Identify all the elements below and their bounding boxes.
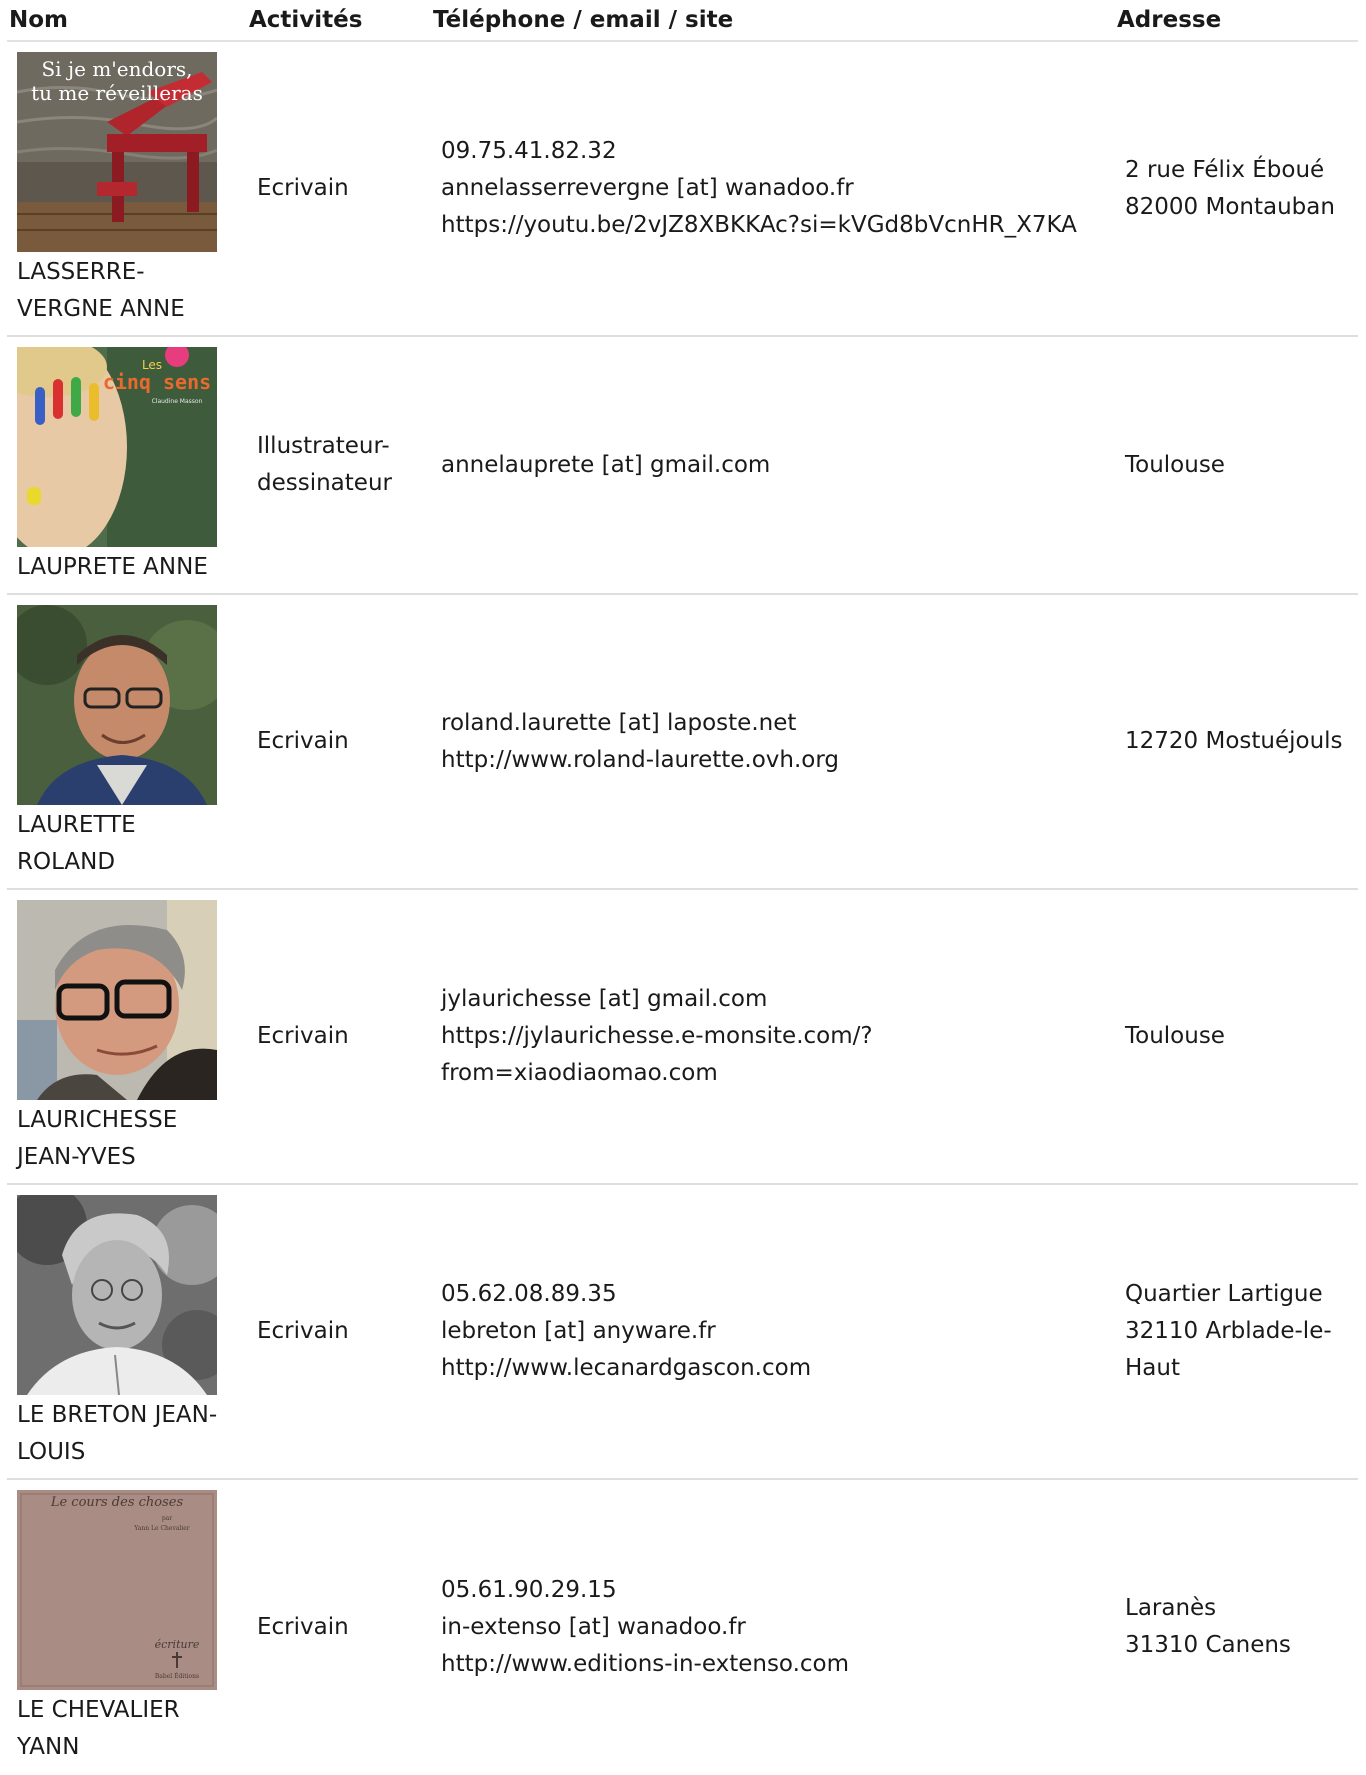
contact-website[interactable]: https://youtu.be/2vJZ8XBKKAc?si=kVGd8bVc… [441, 207, 1115, 244]
table-row: Les cinq sens Claudine Masson LAUPRETE A… [7, 336, 1358, 594]
contact-email[interactable]: jylaurichesse [at] gmail.com [441, 981, 1115, 1018]
table-row: LAURETTE ROLAND Ecrivain roland.laurette… [7, 594, 1358, 889]
header-activites: Activités [247, 0, 431, 42]
contact-website[interactable]: http://www.roland-laurette.ovh.org [441, 742, 1115, 779]
book-cover-author: Yann Le Chevalier [133, 1525, 190, 1532]
address-line: 82000 Montauban [1125, 193, 1335, 220]
contact-email[interactable]: in-extenso [at] wanadoo.fr [441, 1609, 1115, 1646]
activity-cell: Ecrivain [257, 728, 349, 754]
author-name: LE BRETON JEAN-LOUIS [17, 1402, 218, 1465]
address-cell: Toulouse [1115, 889, 1358, 1184]
author-photo[interactable] [17, 605, 217, 805]
table-header-row: Nom Activités Téléphone / email / site A… [7, 0, 1358, 42]
book-cover-image[interactable]: Les cinq sens Claudine Masson [17, 347, 217, 547]
book-cover-title-line1: Si je m'endors, [41, 57, 192, 81]
address-cell: Quartier Lartigue 32110 Arblade-le-Haut [1115, 1184, 1358, 1479]
contact-phone: 05.62.08.89.35 [441, 1281, 617, 1307]
table-row: Si je m'endors, tu me réveilleras LASSER… [7, 41, 1358, 336]
header-nom: Nom [7, 0, 247, 42]
contact-cell: 09.75.41.82.32 annelasserrevergne [at] w… [431, 41, 1115, 336]
author-name: LAURICHESSE JEAN-YVES [17, 1107, 178, 1170]
address-line: 32110 Arblade-le-Haut [1125, 1318, 1332, 1381]
book-cover-publisher: Babel Éditions [155, 1672, 199, 1680]
activity-cell: Ecrivain [257, 1613, 349, 1640]
name-cell: LAURICHESSE JEAN-YVES [7, 889, 247, 1184]
address-line: Toulouse [1125, 451, 1225, 478]
table-row: LE BRETON JEAN-LOUIS Ecrivain 05.62.08.8… [7, 1184, 1358, 1479]
book-cover-title: Le cours des choses [50, 1495, 184, 1510]
name-cell: Le cours des choses par Yann Le Chevalie… [7, 1479, 247, 1774]
activity-cell: Illustrateur-dessinateur [247, 336, 431, 594]
book-cover-par: par [162, 1515, 172, 1522]
author-photo[interactable] [17, 900, 217, 1100]
book-cover-title-line2: tu me réveilleras [31, 81, 203, 105]
contact-email[interactable]: annelasserrevergne [at] wanadoo.fr [441, 170, 1115, 207]
contact-cell: 05.62.08.89.35 lebreton [at] anyware.fr … [431, 1184, 1115, 1479]
book-cover-title: cinq sens [103, 370, 211, 394]
author-photo[interactable] [17, 1195, 217, 1395]
contact-website[interactable]: http://www.lecanardgascon.com [441, 1350, 1115, 1387]
contact-email[interactable]: lebreton [at] anyware.fr [441, 1313, 1115, 1350]
address-line: Toulouse [1125, 1023, 1225, 1049]
name-cell: Les cinq sens Claudine Masson LAUPRETE A… [7, 336, 247, 594]
address-cell: Toulouse [1115, 336, 1358, 594]
address-cell: Laranès 31310 Canens [1115, 1479, 1358, 1774]
author-name: LE CHEVALIER YANN [17, 1697, 180, 1760]
contact-website[interactable]: https://jylaurichesse.e-monsite.com/?fro… [441, 1018, 911, 1092]
authors-table: Nom Activités Téléphone / email / site A… [7, 0, 1358, 1774]
author-name: LASSERRE-VERGNE ANNE [17, 259, 185, 322]
activity-cell: Ecrivain [257, 1023, 349, 1049]
address-line: 12720 Mostuéjouls [1125, 728, 1343, 754]
address-cell: 2 rue Félix Éboué 82000 Montauban [1115, 41, 1358, 336]
author-name: LAURETTE ROLAND [17, 812, 136, 875]
activity-cell: Ecrivain [257, 175, 349, 201]
header-adresse: Adresse [1115, 0, 1358, 42]
table-row: Le cours des choses par Yann Le Chevalie… [7, 1479, 1358, 1774]
address-line: Quartier Lartigue [1125, 1281, 1323, 1307]
book-cover-image[interactable]: Le cours des choses par Yann Le Chevalie… [17, 1490, 217, 1690]
contact-cell: roland.laurette [at] laposte.net http://… [431, 594, 1115, 889]
address-line: 2 rue Félix Éboué [1125, 156, 1325, 183]
activity-cell: Ecrivain [257, 1318, 349, 1344]
contact-email[interactable]: roland.laurette [at] laposte.net [441, 705, 1115, 742]
address-line: Laranès [1125, 1595, 1217, 1621]
book-cover-image[interactable]: Si je m'endors, tu me réveilleras [17, 52, 217, 252]
name-cell: Si je m'endors, tu me réveilleras LASSER… [7, 41, 247, 336]
contact-email[interactable]: annelauprete [at] gmail.com [441, 447, 1115, 484]
contact-cell: annelauprete [at] gmail.com [431, 336, 1115, 594]
author-name: LAUPRETE ANNE [17, 554, 208, 580]
name-cell: LE BRETON JEAN-LOUIS [7, 1184, 247, 1479]
address-line: 31310 Canens [1125, 1632, 1291, 1658]
contact-cell: jylaurichesse [at] gmail.com https://jyl… [431, 889, 1115, 1184]
contact-cell: 05.61.90.29.15 in-extenso [at] wanadoo.f… [431, 1479, 1115, 1774]
address-cell: 12720 Mostuéjouls [1115, 594, 1358, 889]
contact-phone: 09.75.41.82.32 [441, 138, 617, 164]
header-contact: Téléphone / email / site [431, 0, 1115, 42]
activity-text: Illustrateur-dessinateur [257, 433, 392, 496]
contact-website[interactable]: http://www.editions-in-extenso.com [441, 1646, 1115, 1683]
book-cover-author: Claudine Masson [152, 398, 203, 405]
contact-phone: 05.61.90.29.15 [441, 1576, 617, 1603]
table-row: LAURICHESSE JEAN-YVES Ecrivain jylaurich… [7, 889, 1358, 1184]
book-cover-collection: écriture [155, 1638, 200, 1651]
name-cell: LAURETTE ROLAND [7, 594, 247, 889]
